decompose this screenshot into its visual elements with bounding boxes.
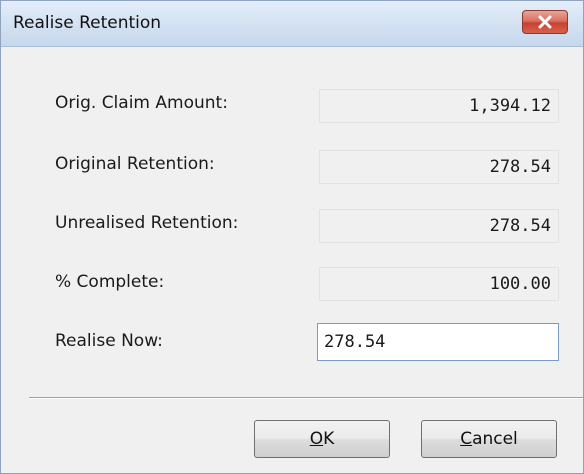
orig-claim-amount-field: 1,394.12 [319,89,559,123]
unrealised-retention-field: 278.54 [319,209,559,243]
original-retention-field: 278.54 [319,150,559,184]
cancel-button[interactable]: Cancel [421,420,557,458]
window-title: Realise Retention [13,13,162,33]
cancel-label-rest: ancel [472,429,518,449]
percent-complete-field: 100.00 [319,267,559,301]
ok-mnemonic: O [309,429,324,449]
ok-label-rest: K [323,429,335,449]
separator [29,397,583,399]
title-bar[interactable]: Realise Retention [1,1,583,47]
original-retention-label: Original Retention: [55,154,215,174]
percent-complete-label: % Complete: [55,272,165,292]
close-icon [538,15,552,29]
ok-button[interactable]: OK [254,420,390,458]
unrealised-retention-label: Unrealised Retention: [55,213,239,233]
orig-claim-amount-label: Orig. Claim Amount: [55,93,228,113]
realise-now-label: Realise Now: [55,331,163,351]
realise-retention-dialog: Realise Retention Orig. Claim Amount: 1,… [0,0,584,474]
cancel-mnemonic: C [460,429,473,449]
realise-now-input[interactable] [317,323,559,361]
close-button[interactable] [522,10,568,34]
